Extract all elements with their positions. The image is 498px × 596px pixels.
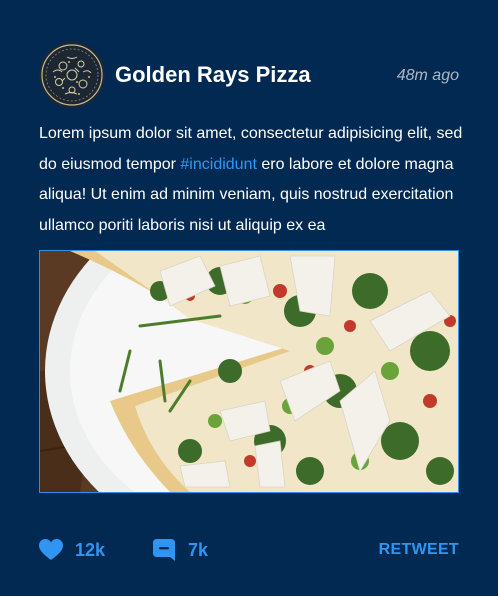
post-card: Golden Rays Pizza 48m ago Lorem ipsum do…: [0, 0, 498, 596]
like-button[interactable]: 12k: [39, 532, 105, 568]
pizza-photo: [40, 251, 458, 492]
post-body: Lorem ipsum dolor sit amet, consectetur …: [39, 119, 469, 241]
comment-count: 7k: [188, 539, 209, 560]
post-timestamp: 48m ago: [396, 67, 459, 84]
post-image[interactable]: [39, 250, 459, 493]
avatar[interactable]: [39, 42, 105, 108]
like-count: 12k: [75, 539, 106, 560]
retweet-button[interactable]: RETWEET: [379, 532, 459, 568]
comment-button[interactable]: 7k: [152, 532, 208, 568]
hashtag-link[interactable]: #incididunt: [180, 156, 257, 173]
post-actions: 12k 7k RETWEET: [0, 532, 498, 568]
comment-bubble-icon: [153, 539, 175, 561]
heart-icon: [39, 539, 63, 560]
post-author-name[interactable]: Golden Rays Pizza: [115, 62, 311, 88]
pizza-logo-icon: [39, 42, 105, 108]
